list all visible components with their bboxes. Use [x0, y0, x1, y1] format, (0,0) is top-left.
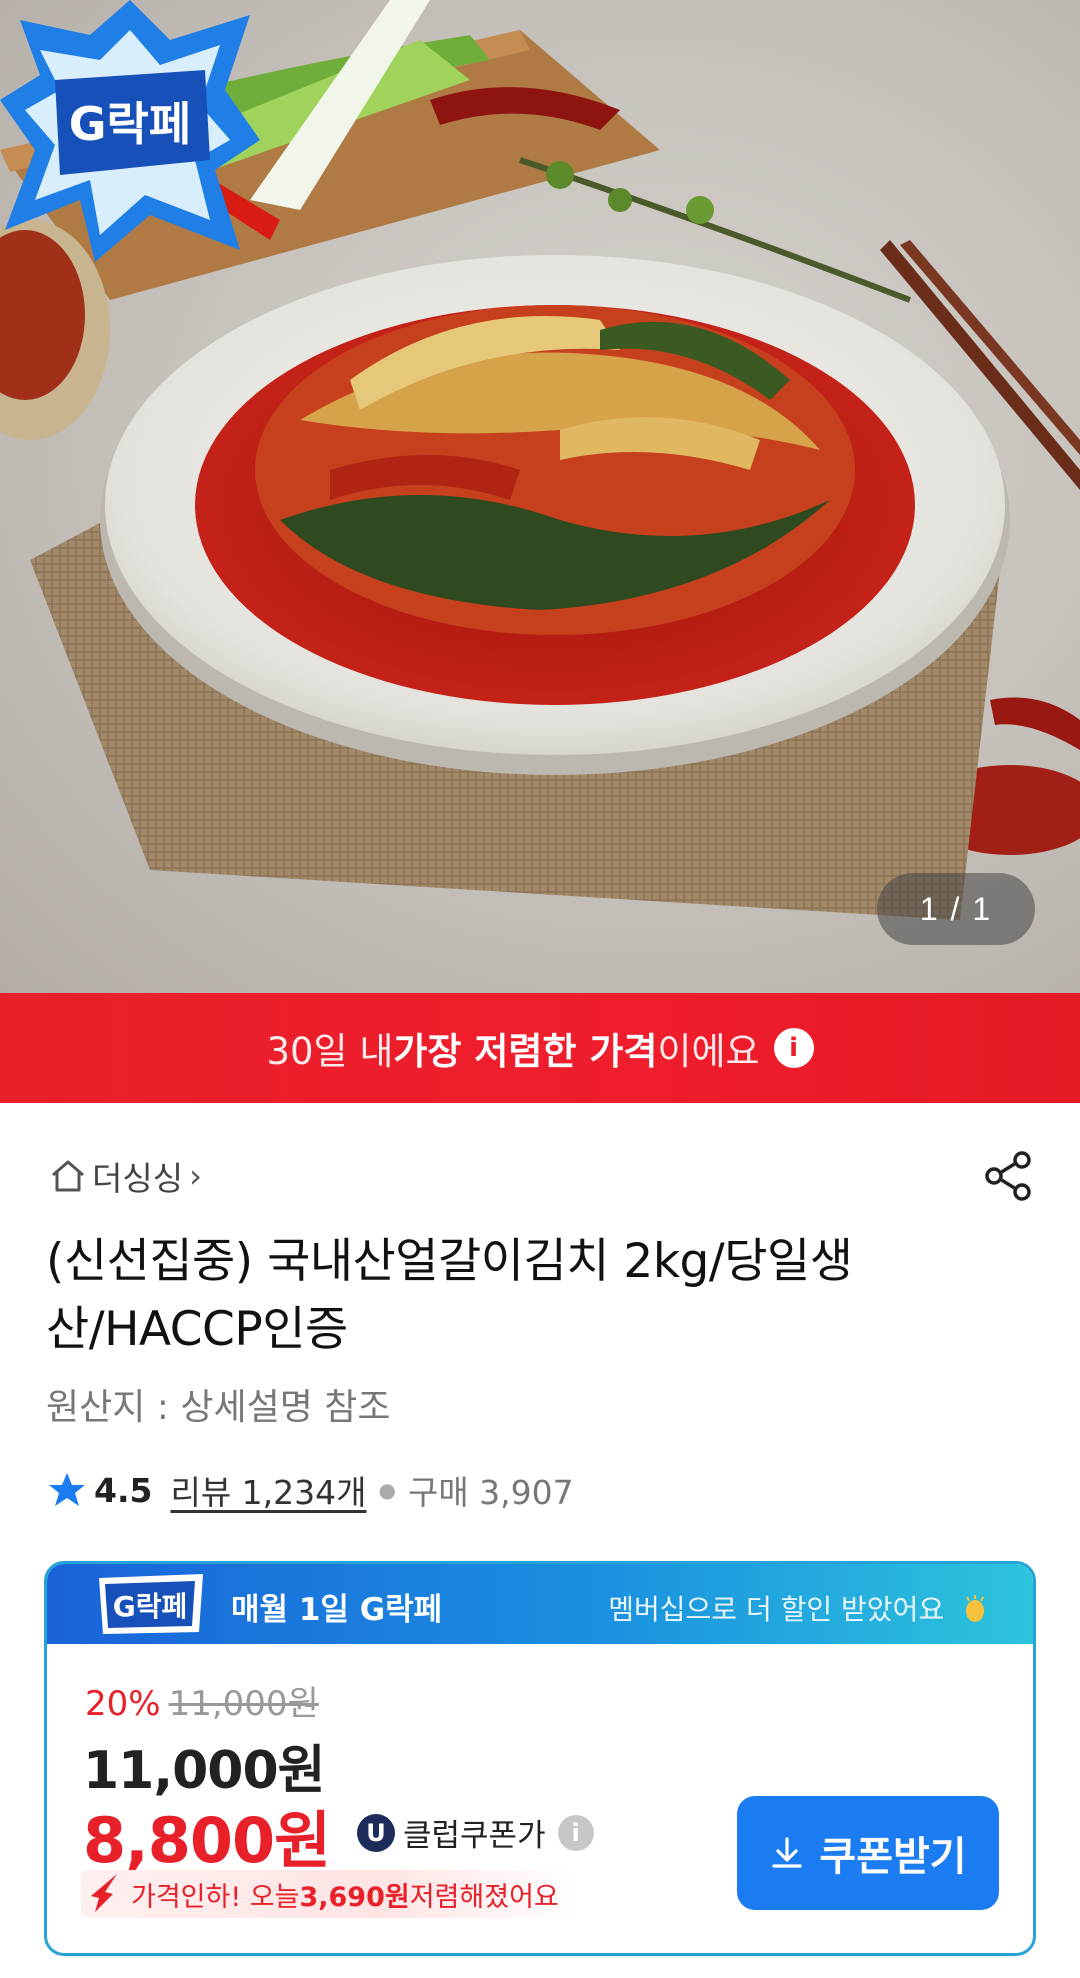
price-drop-prefix: 가격인하! 오늘	[131, 1881, 300, 1913]
store-link[interactable]: 더싱싱 ›	[48, 1152, 202, 1200]
banner-prefix: 30일 내	[266, 1030, 394, 1073]
star-icon	[49, 1473, 85, 1506]
membership-note: 멤버십으로 더 할인 받았어요	[608, 1588, 989, 1628]
clap-icon	[966, 1595, 984, 1622]
lowest-price-banner[interactable]: 30일 내 가장 저렴한 가격 이에요 i	[0, 993, 1080, 1103]
club-coupon-label: U 클럽쿠폰가 i	[357, 1810, 594, 1855]
purchase-count: 구매 3,907	[407, 1473, 574, 1512]
banner-suffix: 이에요	[657, 1030, 760, 1073]
reviews-link[interactable]: 리뷰 1,234개	[170, 1466, 366, 1514]
rating-score: 4.5	[94, 1470, 153, 1510]
share-icon[interactable]	[980, 1148, 1036, 1204]
banner-highlight: 가장 저렴한 가격	[393, 1030, 658, 1073]
promo-price-card: G락페 매월 1일 G락페 멤버십으로 더 할인 받았어요 20% 11,000…	[44, 1561, 1036, 1956]
price-drop-notice: 가격인하! 오늘 3,690원 저렴해졌어요	[81, 1870, 579, 1918]
promo-card-header[interactable]: G락페 매월 1일 G락페 멤버십으로 더 할인 받았어요	[47, 1564, 1033, 1644]
info-icon[interactable]: i	[557, 1814, 594, 1851]
get-coupon-button[interactable]: 쿠폰받기	[737, 1796, 999, 1910]
get-coupon-label: 쿠폰받기	[819, 1834, 967, 1880]
discount-row: 20% 11,000원	[85, 1676, 319, 1725]
svg-text:G락페: G락페	[113, 1590, 188, 1623]
membership-note-text: 멤버십으로 더 할인 받았어요	[608, 1593, 945, 1626]
home-icon	[52, 1160, 84, 1192]
price-drop-arrow-icon	[91, 1874, 117, 1912]
image-page-counter: 1 / 1	[877, 873, 1035, 945]
price-drop-amount: 3,690원	[299, 1881, 410, 1913]
store-name: 더싱싱	[92, 1159, 184, 1198]
product-title: (신선집중) 국내산얼갈이김치 2kg/당일생산/HACCP인증	[46, 1234, 853, 1357]
download-icon	[772, 1837, 802, 1868]
rating-row: 4.5 리뷰 1,234개 ● 구매 3,907	[48, 1462, 574, 1518]
promo-title: 매월 1일 G락페	[231, 1592, 443, 1628]
club-badge-icon: U	[357, 1813, 395, 1852]
separator-dot: ●	[378, 1478, 396, 1502]
svg-text:G락페: G락페	[69, 97, 191, 151]
coupon-price: 8,800원	[83, 1804, 331, 1877]
product-origin: 원산지 : 상세설명 참조	[46, 1387, 391, 1428]
product-image-carousel[interactable]: G락페 1 / 1	[0, 0, 1080, 993]
g-festival-badge-icon: G락페	[0, 0, 260, 262]
price-drop-suffix: 저렴해졌어요	[409, 1881, 559, 1913]
g-festival-logo-icon: G락페	[99, 1574, 203, 1634]
original-price: 11,000원	[168, 1684, 319, 1724]
info-icon[interactable]: i	[773, 1028, 814, 1068]
chevron-right-icon: ›	[189, 1157, 202, 1195]
club-coupon-text: 클럽쿠폰가	[403, 1818, 546, 1854]
discount-percent: 20%	[85, 1684, 161, 1724]
